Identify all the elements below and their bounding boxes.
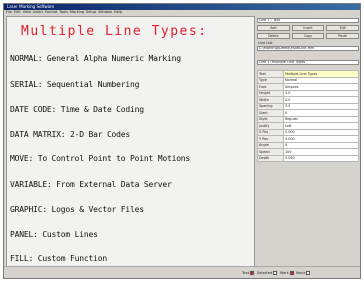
application-window: Laser Marking Software File Edit View Inser… (3, 3, 361, 279)
copy-button[interactable]: Copy (291, 33, 325, 39)
menu-setup[interactable]: Setup (86, 10, 96, 15)
menu-marking[interactable]: Marking (70, 10, 84, 15)
line-name-field[interactable]: Line 1 - Text (257, 18, 359, 23)
canvas-title: Multiple Line Types: (21, 24, 208, 39)
line-serial[interactable]: SERIAL: Sequential Numbering (10, 80, 139, 89)
legend-label: Mark (280, 271, 289, 275)
legend-swatch (273, 271, 278, 275)
legend-item: Move (296, 271, 311, 275)
menu-view[interactable]: View (23, 10, 31, 15)
edit-button[interactable]: Edit (326, 25, 360, 31)
line-move[interactable]: MOVE: To Control Point to Point Motions (10, 154, 190, 163)
file-path-field[interactable]: C:\Marking\Demo\MultiLine.mrk (257, 46, 359, 51)
menu-file[interactable]: File (6, 10, 12, 15)
property-value[interactable]: 0.050 (283, 154, 359, 162)
line-fill[interactable]: FILL: Custom Function (10, 254, 107, 263)
line-date-code[interactable]: DATE CODE: Time & Date Coding (10, 105, 144, 114)
menu-help[interactable]: Help (114, 10, 122, 15)
legend-swatch (306, 271, 311, 275)
property-row: Depth 0.050 (257, 154, 359, 162)
legend-label: Text (242, 271, 250, 275)
menu-insert[interactable]: Insert (33, 10, 43, 15)
delete-button[interactable]: Delete (257, 33, 290, 39)
property-key: Depth (257, 154, 284, 162)
legend-swatch (250, 271, 255, 275)
legend-swatch (289, 271, 294, 275)
properties-panel: Line 1 - Text Add Insert Edit Delete Cop… (256, 16, 360, 268)
button-row-2: Delete Copy Paste (257, 33, 360, 39)
line-data-matrix[interactable]: DATA MATRIX: 2-D Bar Codes (10, 130, 130, 139)
insert-button[interactable]: Insert (291, 25, 325, 31)
marking-canvas[interactable]: Multiple Line Types: NORMAL: General Alp… (6, 16, 255, 268)
menu-format[interactable]: Format (45, 10, 57, 15)
legend-label: Move (296, 271, 306, 275)
line-normal[interactable]: NORMAL: General Alpha Numeric Marking (10, 54, 181, 63)
paste-button[interactable]: Paste (326, 33, 360, 39)
menu-bar: File Edit View Insert Format Tools Marking Setu… (4, 10, 360, 15)
legend-label: Selected (257, 271, 273, 275)
menu-tools[interactable]: Tools (59, 10, 68, 15)
add-button[interactable]: Add (257, 25, 290, 31)
button-row-1: Add Insert Edit (257, 25, 360, 31)
line-type-select[interactable]: Line 1: Multiple Line Types (257, 60, 359, 65)
legend-item: Mark (280, 271, 294, 275)
legend-item: Selected (257, 271, 278, 275)
property-grid: Text Multiple Line Types Type Normal Font Sim… (257, 70, 359, 162)
menu-window[interactable]: Window (98, 10, 112, 15)
line-list-label: Line List (258, 41, 273, 45)
line-panel[interactable]: PANEL: Custom Lines (10, 230, 98, 239)
line-variable[interactable]: VARIABLE: From External Data Server (10, 180, 172, 189)
status-bar: Text Selected Mark Move (4, 266, 360, 278)
menu-edit[interactable]: Edit (14, 10, 21, 15)
legend-item: Text (242, 271, 255, 275)
line-graphic[interactable]: GRAPHIC: Logos & Vector Files (10, 205, 144, 214)
